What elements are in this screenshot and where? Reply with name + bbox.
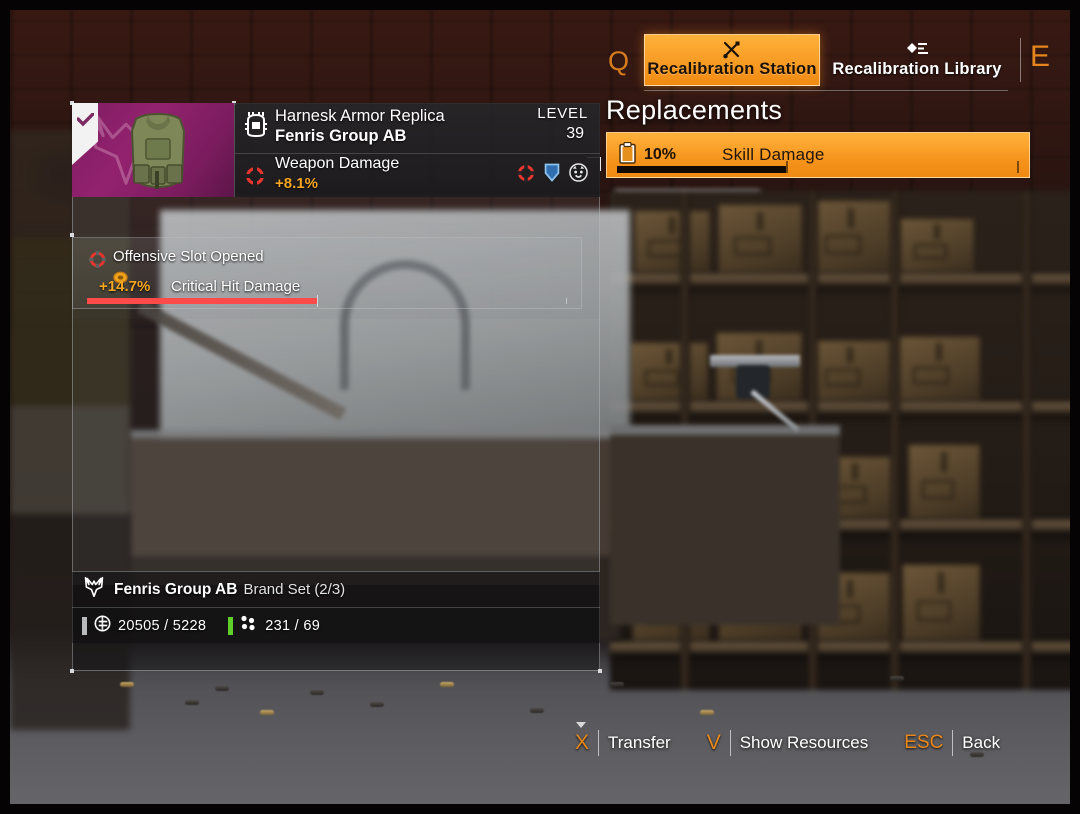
replacement-name: Skill Damage bbox=[722, 145, 825, 164]
action-bar: X Transfer V Show Resources ESC Back bbox=[575, 722, 1000, 764]
caret-up-icon bbox=[576, 722, 586, 728]
item-thumbnail[interactable] bbox=[72, 103, 234, 197]
action-divider bbox=[952, 730, 954, 756]
item-name-row: Harnesk Armor Replica Fenris Group AB LE… bbox=[235, 103, 600, 153]
prev-tab-key-hint[interactable]: Q bbox=[608, 48, 630, 75]
action-transfer[interactable]: X Transfer bbox=[575, 722, 671, 756]
replacement-progress-fill bbox=[617, 166, 786, 173]
replacement-progress-bar bbox=[617, 161, 1019, 173]
brand-set-name: Fenris Group AB bbox=[114, 580, 238, 598]
resource-tag bbox=[228, 616, 234, 635]
components-icon bbox=[240, 615, 258, 636]
library-diamond-icon bbox=[905, 41, 929, 59]
e-credits-icon bbox=[94, 615, 111, 637]
tools-icon bbox=[721, 41, 743, 59]
mod-slot-label: Offensive Slot Opened bbox=[113, 248, 264, 265]
nav-underline bbox=[644, 90, 1008, 91]
offensive-core-icon bbox=[245, 166, 265, 191]
attribute-name: Weapon Damage bbox=[275, 155, 400, 172]
action-show-resources[interactable]: V Show Resources bbox=[706, 730, 869, 756]
panel-corner-mark bbox=[600, 157, 601, 171]
action-key: ESC bbox=[904, 732, 944, 753]
item-brand: Fenris Group AB bbox=[275, 127, 407, 145]
resource-tag bbox=[82, 616, 87, 635]
action-key: X bbox=[575, 722, 598, 755]
item-attribute-row: Weapon Damage +8.1% bbox=[235, 153, 600, 197]
attribute-value: +8.1% bbox=[275, 175, 318, 192]
tab-recalibration-station[interactable]: Recalibration Station bbox=[644, 34, 820, 86]
replacements-title: Replacements bbox=[606, 95, 783, 125]
replacement-option-row[interactable]: 10% Skill Damage bbox=[606, 132, 1030, 178]
game-screen: Q E Recalibration Station Recalibration … bbox=[0, 0, 1080, 814]
replacement-percent: 10% bbox=[644, 146, 677, 163]
action-label: Show Resources bbox=[739, 733, 869, 752]
mod-progress-bar bbox=[87, 295, 567, 307]
action-back[interactable]: ESC Back bbox=[904, 730, 1000, 756]
item-level-value: 39 bbox=[566, 125, 584, 142]
offensive-core-icon bbox=[89, 251, 106, 273]
tab-label: Recalibration Library bbox=[832, 60, 1002, 78]
top-navigation: Q E Recalibration Station Recalibration … bbox=[598, 30, 1068, 91]
background-vise bbox=[710, 355, 805, 432]
item-slot-icons bbox=[517, 163, 588, 187]
brand-set-detail: Brand Set (2/3) bbox=[243, 581, 346, 598]
brand-set-row: Fenris Group AB Brand Set (2/3) bbox=[72, 571, 600, 607]
action-label: Back bbox=[962, 733, 1001, 752]
mod-value: +14.7% bbox=[99, 278, 151, 295]
defensive-shield-icon bbox=[544, 163, 560, 187]
action-divider bbox=[598, 730, 600, 756]
item-detail-panel: Harnesk Armor Replica Fenris Group AB LE… bbox=[70, 101, 602, 673]
next-tab-key-hint[interactable]: E bbox=[1030, 42, 1051, 72]
item-name: Harnesk Armor Replica bbox=[275, 107, 445, 125]
item-header[interactable]: Harnesk Armor Replica Fenris Group AB LE… bbox=[72, 103, 600, 197]
body-armor-icon bbox=[245, 111, 267, 143]
replacements-panel: Replacements 10% Skill Damage bbox=[606, 95, 1030, 178]
resource-value: 20505 / 5228 bbox=[118, 617, 207, 634]
resource-value: 231 / 69 bbox=[265, 617, 321, 634]
fenris-wolf-icon bbox=[82, 576, 106, 603]
tab-recalibration-library[interactable]: Recalibration Library bbox=[826, 34, 1008, 86]
mod-name: Critical Hit Damage bbox=[171, 278, 301, 295]
mod-slot-card[interactable]: Offensive Slot Opened +14.7% Critical Hi… bbox=[72, 237, 582, 309]
resource-item: 20505 / 5228 bbox=[82, 615, 206, 637]
action-key: V bbox=[706, 731, 721, 754]
item-info: Harnesk Armor Replica Fenris Group AB LE… bbox=[234, 103, 600, 197]
tab-label: Recalibration Station bbox=[647, 60, 817, 78]
nav-divider bbox=[1020, 38, 1021, 82]
resources-row: 20505 / 5228 231 / 69 bbox=[72, 607, 600, 643]
clipboard-icon bbox=[619, 141, 636, 169]
utility-brand-icon bbox=[569, 163, 588, 187]
armor-vest-image bbox=[130, 112, 186, 189]
background-workbench bbox=[610, 425, 840, 625]
item-level-label: LEVEL bbox=[537, 105, 588, 122]
resource-item: 231 / 69 bbox=[228, 615, 320, 636]
action-label: Transfer bbox=[608, 733, 671, 752]
action-divider bbox=[729, 730, 731, 756]
mod-progress-fill bbox=[87, 298, 317, 304]
offensive-core-icon bbox=[517, 163, 535, 187]
